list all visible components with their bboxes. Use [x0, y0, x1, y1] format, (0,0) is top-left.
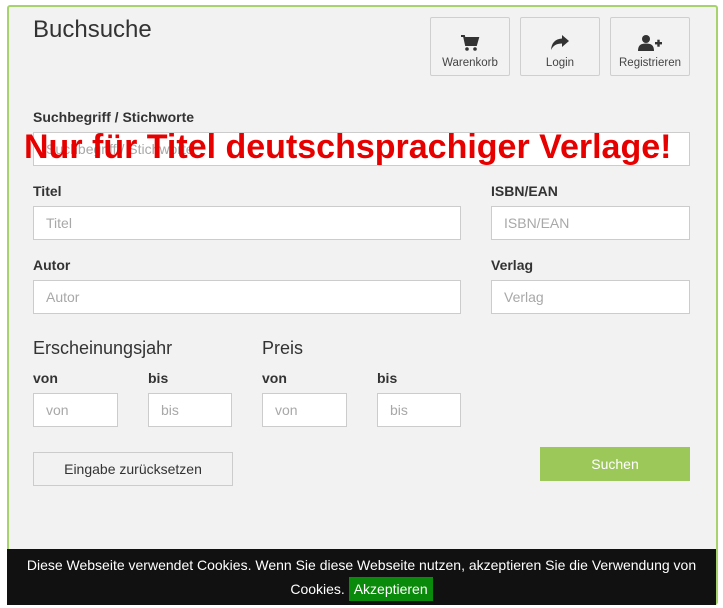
- cart-label: Warenkorb: [442, 57, 498, 69]
- year-from-input[interactable]: [33, 393, 118, 427]
- keyword-input[interactable]: [33, 132, 690, 166]
- price-heading: Preis: [262, 338, 304, 358]
- publisher-label: Verlag: [491, 257, 534, 273]
- year-heading: Erscheinungsjahr: [33, 338, 173, 358]
- keyword-label: Suchbegriff / Stichworte: [33, 109, 195, 125]
- accept-cookies-button[interactable]: Akzeptieren: [348, 577, 433, 601]
- reset-button[interactable]: Eingabe zurücksetzen: [33, 452, 233, 486]
- title-label: Titel: [33, 183, 62, 199]
- add-user-icon: [638, 35, 662, 51]
- price-to-label: bis: [377, 370, 398, 386]
- search-button[interactable]: Suchen: [540, 447, 690, 481]
- year-from-label: von: [33, 370, 58, 386]
- price-from-label: von: [262, 370, 287, 386]
- price-to-input[interactable]: [377, 393, 461, 427]
- register-button[interactable]: Registrieren: [610, 17, 690, 76]
- cart-button[interactable]: Warenkorb: [430, 17, 510, 76]
- isbn-label: ISBN/EAN: [491, 183, 558, 199]
- year-to-label: bis: [148, 370, 169, 386]
- year-to-input[interactable]: [148, 393, 232, 427]
- author-input[interactable]: [33, 280, 461, 314]
- cookie-banner: Diese Webseite verwendet Cookies. Wenn S…: [7, 549, 716, 605]
- price-from-input[interactable]: [262, 393, 347, 427]
- title-input[interactable]: [33, 206, 461, 240]
- cart-icon: [461, 35, 480, 51]
- author-label: Autor: [33, 257, 71, 273]
- page-title: Buchsuche: [33, 16, 152, 43]
- isbn-input[interactable]: [491, 206, 690, 240]
- share-arrow-icon: [551, 35, 569, 50]
- register-label: Registrieren: [619, 57, 681, 69]
- login-label: Login: [545, 57, 575, 69]
- publisher-input[interactable]: [491, 280, 690, 314]
- login-button[interactable]: Login: [520, 17, 600, 76]
